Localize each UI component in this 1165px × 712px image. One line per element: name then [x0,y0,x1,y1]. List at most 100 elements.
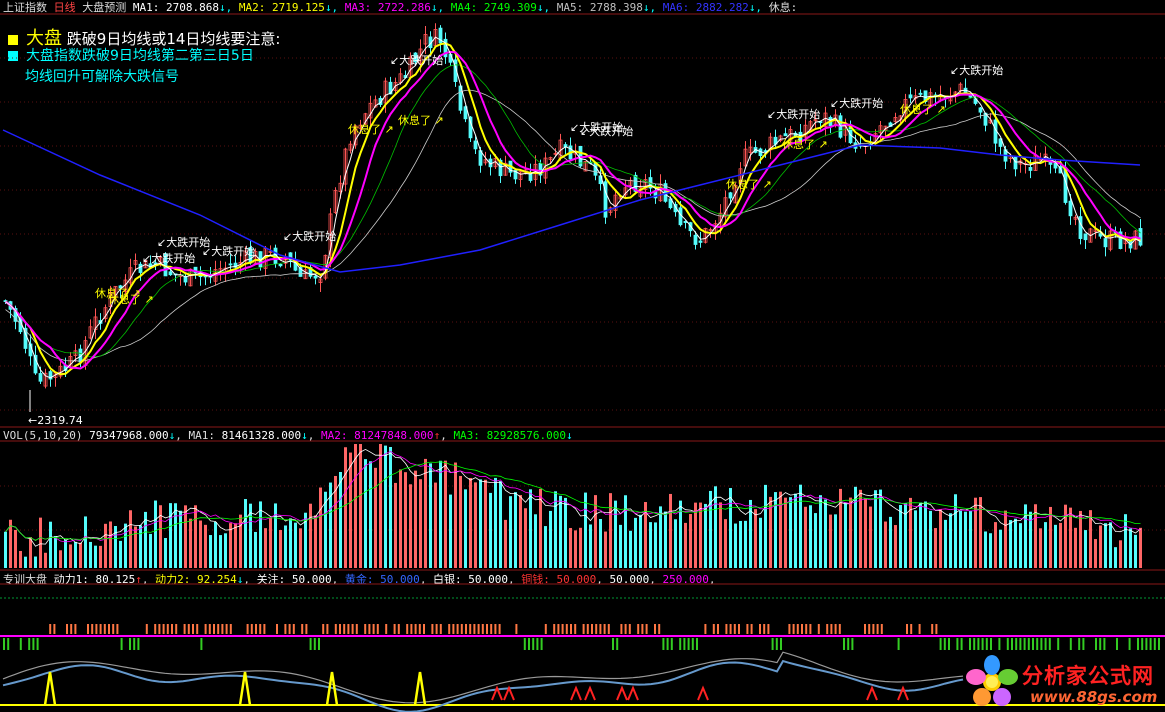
volume-bar [1024,504,1027,568]
red-spike-marker [616,685,628,701]
volume-bar [409,484,412,568]
volume-bar [99,545,102,568]
volume-bar [309,503,312,568]
candle-body [313,275,318,279]
volume-bar [589,524,592,568]
volume-bar [849,497,852,568]
volume-bar [119,540,122,568]
volume-bar [1049,506,1052,568]
red-spike-marker [570,685,582,701]
volume-bar [1094,539,1097,568]
volume-bar [439,460,442,568]
volume-bar [649,522,652,568]
volume-bar [889,516,892,568]
volume-bar [219,535,222,568]
volume-bar [289,518,292,568]
volume-bar [234,523,237,568]
volume-bar [674,519,677,568]
volume-bar [164,538,167,568]
volume-bar [154,500,157,568]
volume-bar [979,497,982,568]
volume-bar [279,530,282,568]
volume-bar [864,498,867,568]
volume-bar [604,531,607,568]
volume-bar [814,513,817,568]
volume-bar [919,502,922,568]
ma-line-white [5,36,1141,379]
volume-bar [459,475,462,568]
candle-body [698,240,703,243]
volume-bar [949,513,952,568]
yellow-spike-marker [43,671,57,706]
volume-bar [1079,510,1082,568]
drop-start-label: ↙大跌开始 [202,245,256,258]
volume-bar [264,528,267,568]
volume-bar [984,531,987,568]
volume-bar [359,444,362,568]
volume-bar [564,497,567,568]
volume-bar [1084,530,1087,568]
volume-bar [884,521,887,568]
candle-body [278,263,283,267]
volume-bar [224,533,227,568]
volume-bar [189,518,192,568]
chart-canvas[interactable] [0,0,1165,712]
volume-bar [1059,522,1062,568]
volume-bar [54,536,57,568]
volume-bar [794,493,797,568]
volume-bar [254,531,257,568]
volume-bar [669,493,672,568]
volume-bar [1114,547,1117,568]
volume-bar [274,503,277,568]
volume-bar [999,529,1002,568]
candle-body [1083,233,1088,241]
volume-bar [1064,504,1067,568]
volume-bar [504,519,507,568]
volume-bar [454,462,457,568]
volume-bar [764,484,767,568]
volume-bar [424,458,427,568]
rest-label: 休息了 ↗ [108,293,154,306]
volume-bar [449,494,452,568]
volume-bar [94,545,97,568]
volume-bar [989,533,992,568]
volume-bar [509,496,512,568]
volume-bar [579,527,582,568]
candle-body [1068,200,1073,217]
volume-bar [924,501,927,568]
volume-bar [789,497,792,568]
volume-bar [414,470,417,568]
candle-body [473,140,478,150]
volume-bar [109,521,112,568]
volume-bar [969,510,972,568]
red-spike-marker [503,685,515,701]
volume-bar [724,519,727,568]
volume-bar [74,541,77,568]
volume-bar [654,522,657,568]
volume-bar [1054,524,1057,568]
volume-bar [699,502,702,568]
volume-bar [319,487,322,568]
volume-bar [1074,527,1077,568]
volume-bar [194,505,197,568]
volume-bar [464,489,467,568]
volume-bar [1139,527,1142,568]
volume-bar [419,479,422,568]
volume-bar [209,535,212,568]
volume-bar [809,505,812,568]
volume-bar [959,510,962,568]
volume-bar [484,479,487,568]
volume-bar [909,497,912,568]
volume-bar [599,519,602,568]
volume-bar [939,509,942,568]
volume-bar [774,492,777,568]
volume-bar [954,494,957,568]
volume-bar [1129,528,1132,568]
volume-bar [894,525,897,568]
volume-bar [1039,528,1042,568]
volume-bar [404,472,407,568]
volume-bar [844,502,847,568]
volume-bar [474,482,477,568]
volume-bar [964,511,967,568]
volume-bar [779,491,782,568]
